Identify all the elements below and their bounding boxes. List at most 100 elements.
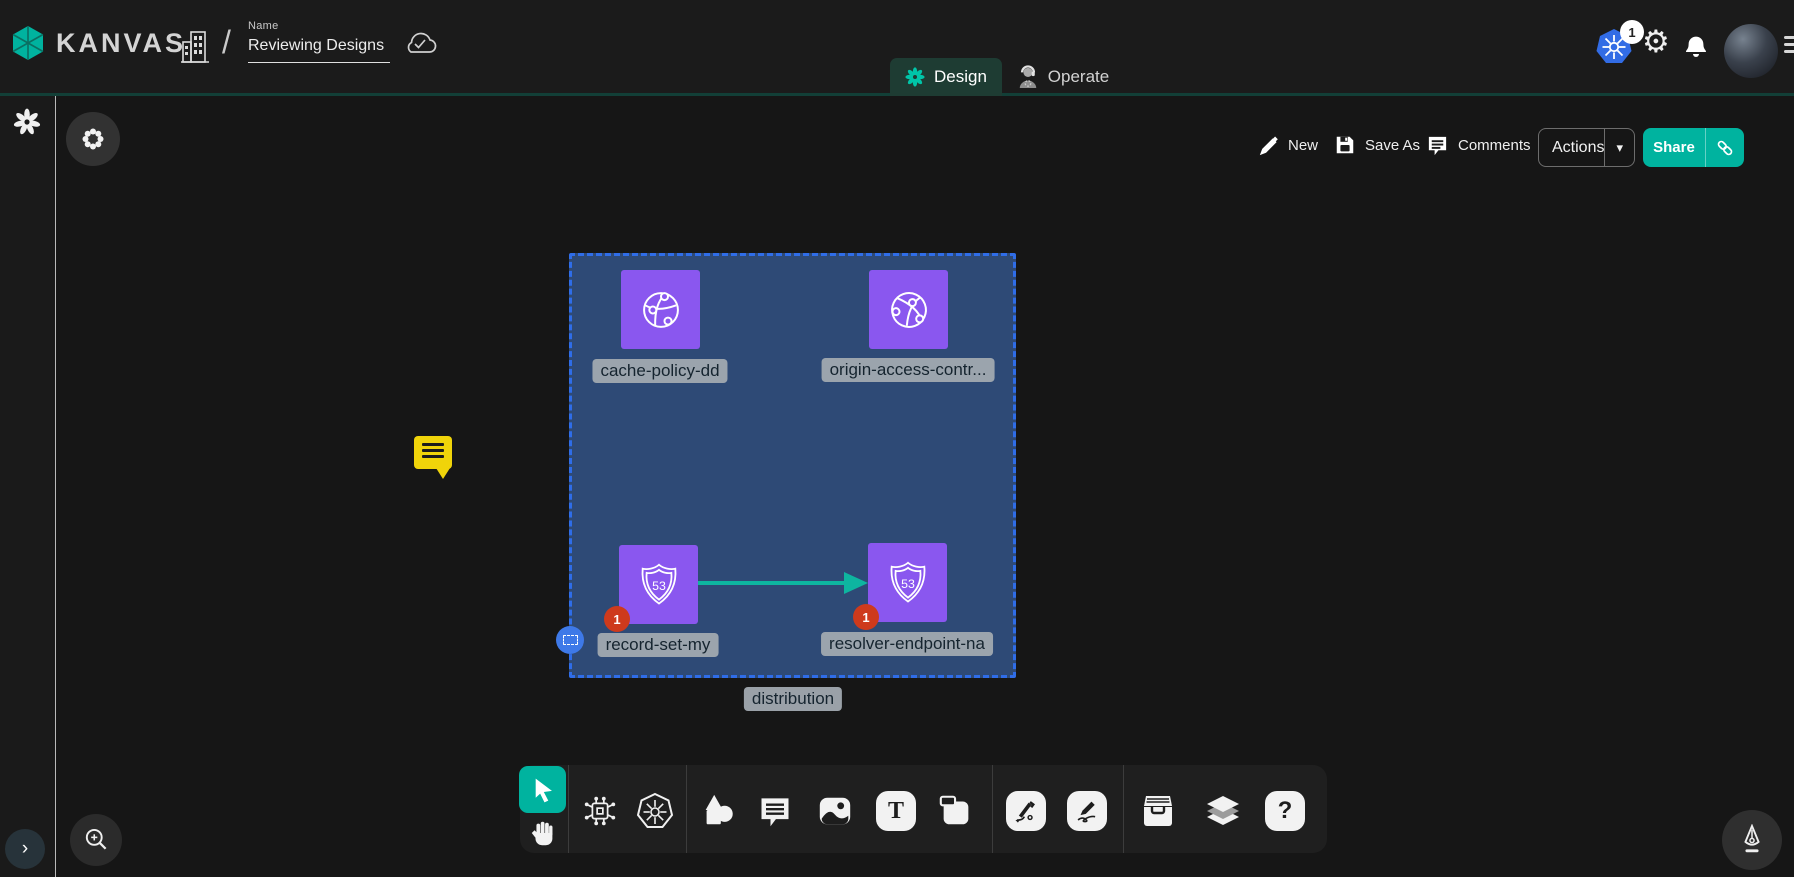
panel-card-icon	[937, 792, 975, 830]
node-label-resolver-endpoint: resolver-endpoint-na	[821, 632, 993, 656]
pen-path-icon	[1006, 791, 1046, 831]
user-avatar[interactable]	[1724, 24, 1778, 78]
app-header: KANVAS / Name	[0, 0, 1794, 96]
save-floppy-icon	[1334, 134, 1356, 156]
caret-down-icon[interactable]: ▾	[1605, 140, 1634, 156]
design-name-field: Name	[248, 20, 390, 63]
pencil-new-icon	[1256, 134, 1279, 157]
chevron-right-icon: ›	[22, 838, 28, 860]
tab-design[interactable]: Design	[890, 58, 1002, 96]
text-tool-icon: T	[876, 791, 916, 831]
tool-freehand-draw[interactable]	[1065, 789, 1109, 833]
node-label-record-set: record-set-my	[598, 633, 719, 657]
drawer-archive-icon	[1138, 791, 1178, 831]
design-name-input[interactable]	[248, 32, 390, 63]
cloudfront-globe-icon	[633, 282, 689, 338]
notifications-bell-icon[interactable]	[1682, 30, 1710, 60]
node-label-cache-policy: cache-policy-dd	[592, 359, 727, 383]
tool-kubernetes[interactable]	[633, 789, 677, 833]
kubernetes-wheel-icon	[635, 791, 675, 831]
node-label-origin-access: origin-access-contr...	[822, 358, 995, 382]
hand-icon	[528, 818, 558, 848]
brand-logo[interactable]: KANVAS	[10, 24, 186, 62]
kanvas-logo-icon	[10, 24, 46, 62]
node-origin-access-control[interactable]	[869, 270, 948, 349]
tool-select-cursor[interactable]	[519, 766, 566, 813]
layers-icon	[1203, 791, 1243, 831]
dashed-rect-icon	[563, 635, 578, 645]
meshery-pinwheel-icon[interactable]	[13, 108, 41, 136]
cloudfront-globe-icon	[881, 282, 937, 338]
pen-nib-icon	[1737, 824, 1767, 856]
tool-components[interactable]	[578, 789, 622, 833]
chip-icon	[581, 792, 619, 830]
image-icon	[816, 792, 854, 830]
toolbar-separator	[686, 765, 687, 853]
tab-operate-label: Operate	[1048, 67, 1109, 87]
node-cache-policy[interactable]	[621, 270, 700, 349]
settings-gear-icon[interactable]: ⚙	[1642, 24, 1670, 60]
tab-design-label: Design	[934, 67, 987, 87]
save-as-button-label: Save As	[1365, 137, 1420, 154]
tool-image[interactable]	[813, 789, 857, 833]
organization-icon[interactable]	[180, 28, 212, 66]
zoom-in-button[interactable]	[70, 814, 122, 866]
error-badge-record-set[interactable]: 1	[604, 606, 630, 632]
edge-record-to-resolver[interactable]	[698, 570, 870, 596]
group-label-distribution: distribution	[744, 687, 842, 711]
share-button[interactable]: Share	[1643, 128, 1744, 167]
flower-icon	[81, 127, 105, 151]
comments-icon	[1426, 134, 1449, 157]
tool-comment[interactable]	[753, 789, 797, 833]
comment-icon	[757, 793, 793, 829]
annotate-pen-button[interactable]	[1722, 810, 1782, 870]
brand-wordmark: KANVAS	[56, 28, 186, 59]
error-badge-resolver-endpoint[interactable]: 1	[853, 604, 879, 630]
operate-operator-icon	[1017, 65, 1039, 89]
comments-button-label: Comments	[1458, 137, 1531, 154]
design-name-label: Name	[248, 20, 390, 32]
actions-dropdown-button[interactable]: Actions ▾	[1538, 128, 1635, 167]
route53-shield-icon: 53	[881, 556, 935, 610]
left-sidebar	[0, 96, 56, 877]
toolbar-separator	[992, 765, 993, 853]
design-pinwheel-icon	[905, 67, 925, 87]
toolbar-separator	[568, 765, 569, 853]
node-record-set[interactable]: 53	[619, 545, 698, 624]
canvas-comment-pin[interactable]	[414, 436, 452, 469]
share-label: Share	[1643, 139, 1705, 156]
help-question-icon: ?	[1265, 791, 1305, 831]
svg-text:53: 53	[652, 579, 666, 593]
expand-sidebar-button[interactable]: ›	[5, 829, 45, 869]
tool-shapes[interactable]	[696, 789, 740, 833]
new-button[interactable]: New	[1256, 134, 1318, 157]
group-select-handle[interactable]	[556, 626, 584, 654]
tool-text[interactable]: T	[874, 789, 918, 833]
new-button-label: New	[1288, 137, 1318, 154]
comments-button[interactable]: Comments	[1426, 134, 1531, 157]
cursor-arrow-icon	[530, 776, 556, 804]
kubernetes-context-button[interactable]: 1	[1594, 26, 1644, 72]
tool-help[interactable]: ?	[1263, 789, 1307, 833]
pencil-scribble-icon	[1067, 791, 1107, 831]
cloud-saved-icon[interactable]	[402, 28, 438, 58]
canvas-widgets-button[interactable]	[66, 112, 120, 166]
toolbar-separator	[1123, 765, 1124, 853]
kanvas-app: KANVAS / Name	[0, 0, 1794, 877]
tab-operate[interactable]: Operate	[1006, 58, 1120, 96]
node-resolver-endpoint[interactable]: 53	[868, 543, 947, 622]
tool-pan-hand[interactable]	[524, 815, 562, 851]
tool-drawer[interactable]	[1136, 789, 1180, 833]
tool-pen-path[interactable]	[1004, 789, 1048, 833]
kubernetes-count-badge: 1	[1620, 20, 1644, 44]
hamburger-menu-icon[interactable]	[1784, 36, 1794, 53]
route53-shield-icon: 53	[632, 558, 686, 612]
shapes-icon	[699, 792, 737, 830]
breadcrumb-separator: /	[222, 24, 231, 61]
magnifier-plus-icon	[82, 826, 110, 854]
copy-link-icon[interactable]	[1706, 136, 1744, 160]
tool-layers[interactable]	[1201, 789, 1245, 833]
tool-panel[interactable]	[934, 789, 978, 833]
actions-label: Actions	[1539, 139, 1604, 157]
save-as-button[interactable]: Save As	[1334, 134, 1420, 156]
